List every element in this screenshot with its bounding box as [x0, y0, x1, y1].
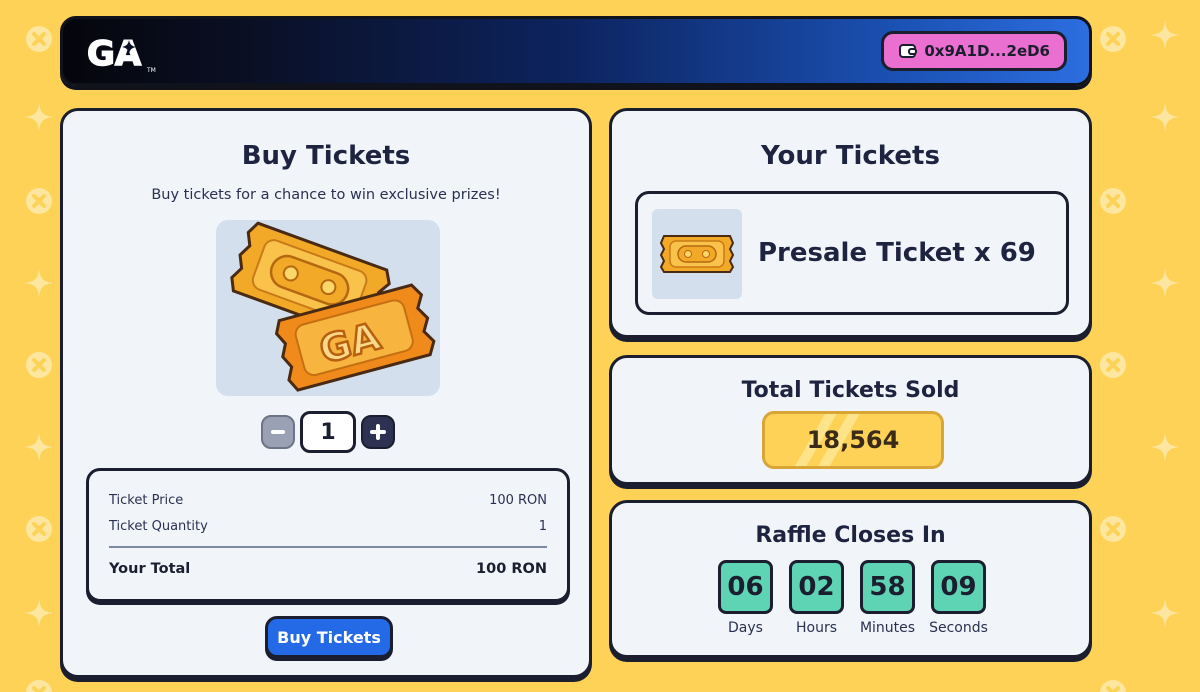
your-tickets-title: Your Tickets	[761, 141, 940, 171]
summary-divider	[109, 546, 547, 548]
buy-tickets-button[interactable]: Buy Tickets	[265, 616, 393, 658]
countdown-seconds: 09 Seconds	[929, 560, 988, 636]
total-sold-panel: Total Tickets Sold 18,564	[609, 355, 1092, 485]
countdown-label: Seconds	[929, 620, 988, 636]
raffle-countdown-panel: Raffle Closes In 06 Days 02 Hours 58 Min…	[609, 500, 1092, 658]
top-navbar: GA TM 0x9A1D...2eD6	[60, 16, 1092, 86]
countdown-minutes: 58 Minutes	[860, 560, 915, 636]
logo[interactable]: GA TM	[85, 32, 161, 75]
countdown-days: 06 Days	[718, 560, 773, 636]
countdown-timer: 06 Days 02 Hours 58 Minutes 09 Seconds	[718, 560, 988, 636]
total-sold-title: Total Tickets Sold	[741, 378, 960, 403]
countdown-label: Hours	[795, 620, 837, 636]
total-label: Your Total	[109, 561, 191, 577]
decrease-quantity-button[interactable]	[261, 415, 295, 449]
ticket-card: Presale Ticket x 69	[635, 191, 1069, 315]
countdown-value: 02	[789, 560, 844, 614]
countdown-hours: 02 Hours	[789, 560, 844, 636]
buy-tickets-panel: Buy Tickets Buy tickets for a chance to …	[60, 108, 592, 678]
logo-icon: GA TM	[86, 33, 156, 75]
countdown-label: Minutes	[859, 620, 916, 636]
price-row: Ticket Price 100 RON	[109, 493, 547, 508]
ticket-icon	[660, 235, 734, 273]
quantity-row: Ticket Quantity 1	[109, 519, 547, 534]
total-value: 100 RON	[476, 561, 547, 577]
wallet-button[interactable]: 0x9A1D...2eD6	[881, 31, 1067, 71]
your-tickets-panel: Your Tickets Presale Ticket x 69	[609, 108, 1092, 338]
quantity-stepper: 1	[261, 411, 395, 453]
wallet-address: 0x9A1D...2eD6	[924, 42, 1050, 60]
countdown-value: 58	[860, 560, 915, 614]
increase-quantity-button[interactable]	[361, 415, 395, 449]
quantity-value: 1	[538, 519, 547, 534]
wallet-icon	[899, 44, 918, 58]
countdown-value: 06	[718, 560, 773, 614]
svg-text:GA: GA	[87, 34, 142, 74]
total-row: Your Total 100 RON	[109, 561, 547, 577]
price-label: Ticket Price	[109, 493, 184, 508]
plus-icon	[370, 424, 386, 440]
ticket-thumbnail	[652, 209, 742, 299]
buy-subtitle: Buy tickets for a chance to win exclusiv…	[151, 187, 501, 203]
total-sold-value: 18,564	[762, 411, 944, 469]
buy-title: Buy Tickets	[241, 141, 411, 171]
quantity-input[interactable]: 1	[300, 411, 356, 453]
price-value: 100 RON	[489, 493, 547, 508]
countdown-value: 09	[931, 560, 986, 614]
svg-text:TM: TM	[146, 67, 156, 74]
ticket-count-label: Presale Ticket x 69	[758, 238, 1036, 268]
countdown-title: Raffle Closes In	[755, 523, 946, 548]
quantity-label: Ticket Quantity	[109, 519, 208, 534]
minus-icon	[271, 430, 285, 434]
countdown-label: Days	[728, 620, 763, 636]
tickets-image: GA	[216, 220, 440, 396]
order-summary: Ticket Price 100 RON Ticket Quantity 1 Y…	[86, 468, 570, 602]
